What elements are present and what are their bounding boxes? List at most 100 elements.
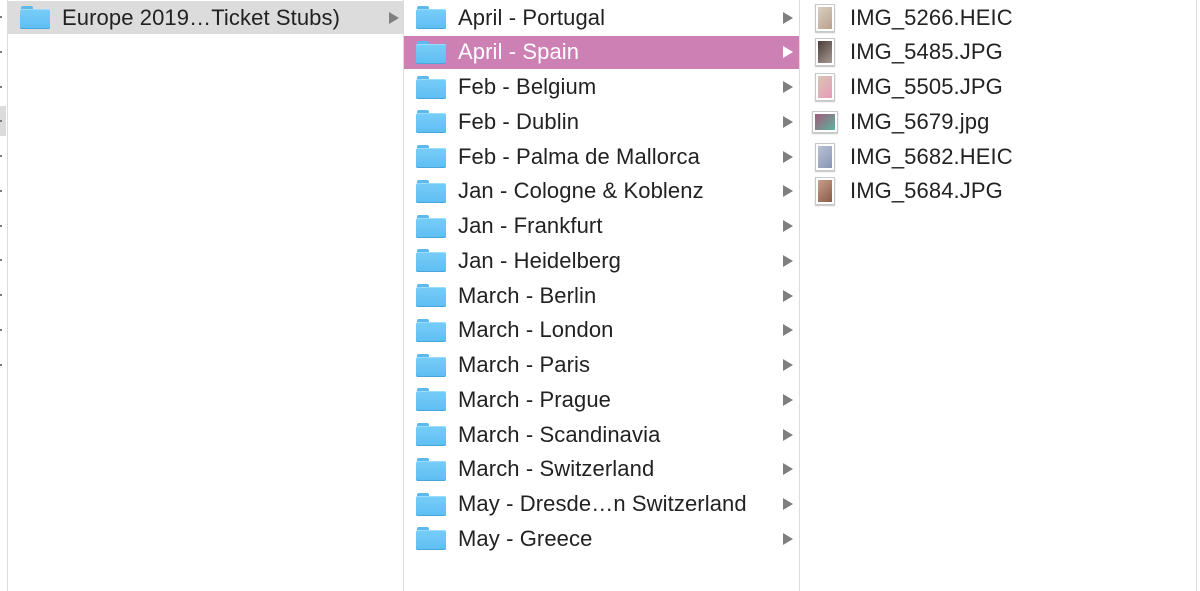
file-row[interactable]: IMG_5485.JPG <box>800 36 1195 69</box>
file-row[interactable]: IMG_5684.JPG <box>800 175 1195 208</box>
disclosure-arrow-icon[interactable] <box>783 185 793 198</box>
previous-column-row[interactable] <box>0 211 6 241</box>
column-europe-2019[interactable]: Europe 2019…Ticket Stubs) <box>8 0 403 591</box>
disclosure-arrow-icon <box>0 259 2 262</box>
folder-row[interactable]: Jan - Frankfurt <box>404 210 799 243</box>
file-row[interactable]: IMG_5682.HEIC <box>800 140 1195 173</box>
folder-icon <box>416 388 446 412</box>
column-april-spain-contents[interactable]: IMG_5266.HEIC IMG_5485.JPG IMG_5505.JPG IMG… <box>800 0 1195 591</box>
image-thumbnail-icon <box>815 177 835 206</box>
folder-name: Jan - Cologne & Koblenz <box>458 178 704 204</box>
disclosure-arrow-icon[interactable] <box>783 81 793 93</box>
disclosure-arrow-icon[interactable] <box>783 428 793 441</box>
disclosure-arrow-icon[interactable] <box>783 359 793 371</box>
folder-name: March - Switzerland <box>458 456 655 482</box>
disclosure-arrow-icon <box>0 16 2 18</box>
disclosure-arrow-icon[interactable] <box>783 324 793 337</box>
folder-row[interactable]: Feb - Palma de Mallorca <box>404 140 799 173</box>
disclosure-arrow-icon <box>0 50 2 53</box>
image-thumbnail-icon <box>815 142 835 171</box>
disclosure-arrow-icon[interactable] <box>783 289 793 302</box>
folder-row[interactable]: March - Scandinavia <box>404 418 799 451</box>
folder-icon <box>416 353 446 377</box>
previous-column-edge[interactable] <box>0 0 6 591</box>
disclosure-arrow-icon[interactable] <box>783 46 793 59</box>
disclosure-arrow-icon[interactable] <box>783 254 793 267</box>
file-row[interactable]: IMG_5679.jpg <box>800 105 1195 138</box>
disclosure-arrow-icon <box>0 224 2 227</box>
disclosure-arrow-icon[interactable] <box>783 150 793 163</box>
folder-row[interactable]: Feb - Dublin <box>404 105 799 138</box>
folder-name: Jan - Heidelberg <box>458 247 622 273</box>
folder-icon <box>416 75 446 99</box>
file-name: IMG_5682.HEIC <box>850 143 1013 169</box>
disclosure-arrow-icon <box>0 155 2 157</box>
folder-row[interactable]: March - Berlin <box>404 279 799 312</box>
folder-row[interactable]: March - Prague <box>404 383 799 416</box>
disclosure-arrow-icon[interactable] <box>783 532 793 545</box>
folder-icon <box>416 214 446 238</box>
folder-icon <box>416 492 446 516</box>
folder-row[interactable]: Jan - Heidelberg <box>404 244 799 277</box>
previous-column-row[interactable] <box>0 37 6 67</box>
image-thumbnail-icon <box>815 38 835 67</box>
previous-column-row[interactable] <box>0 72 6 102</box>
folder-icon <box>416 6 446 29</box>
folder-icon <box>416 249 446 273</box>
folder-name: April - Spain <box>458 39 580 65</box>
folder-row[interactable]: Jan - Cologne & Koblenz <box>404 175 799 208</box>
image-thumbnail-icon <box>815 73 835 101</box>
folder-row[interactable]: April - Portugal <box>404 1 799 34</box>
folder-icon <box>416 318 446 342</box>
folder-row[interactable]: March - Switzerland <box>404 453 799 486</box>
folder-icon <box>416 40 446 64</box>
folder-row[interactable]: May - Dresde…n Switzerland <box>404 488 799 521</box>
disclosure-arrow-icon <box>0 294 2 296</box>
disclosure-arrow-icon[interactable] <box>783 220 793 232</box>
finder-column-browser: Europe 2019…Ticket Stubs) April - Portug… <box>0 0 1200 591</box>
folder-name: March - Paris <box>458 352 591 377</box>
disclosure-arrow-icon <box>0 189 2 192</box>
disclosure-arrow-icon[interactable] <box>783 463 793 476</box>
folder-row[interactable]: March - Paris <box>404 349 799 382</box>
folder-name: Europe 2019…Ticket Stubs) <box>62 4 341 30</box>
folder-icon <box>416 179 446 203</box>
disclosure-arrow-icon <box>0 328 2 331</box>
previous-column-row[interactable] <box>0 350 6 380</box>
disclosure-arrow-icon[interactable] <box>783 115 793 128</box>
folder-row[interactable]: Feb - Belgium <box>404 71 799 104</box>
folder-icon <box>416 527 446 551</box>
column-divider[interactable] <box>1196 0 1197 591</box>
file-row[interactable]: IMG_5505.JPG <box>800 71 1195 104</box>
folder-icon <box>20 6 50 29</box>
previous-column-row[interactable] <box>0 106 6 137</box>
file-name: IMG_5266.HEIC <box>850 4 1013 30</box>
image-thumbnail-icon <box>815 3 835 32</box>
folder-name: March - Prague <box>458 386 612 412</box>
folder-name: Jan - Frankfurt <box>458 213 603 238</box>
file-name: IMG_5684.JPG <box>850 178 1003 204</box>
previous-column-row[interactable] <box>0 315 6 345</box>
folder-row[interactable]: May - Greece <box>404 522 799 555</box>
previous-column-row[interactable] <box>0 176 6 206</box>
disclosure-arrow-icon[interactable] <box>783 11 793 24</box>
disclosure-arrow-icon[interactable] <box>389 11 399 24</box>
disclosure-arrow-icon[interactable] <box>783 393 793 406</box>
previous-column-row[interactable] <box>0 245 6 275</box>
previous-column-row[interactable] <box>0 141 6 171</box>
folder-icon <box>416 423 446 446</box>
folder-row[interactable]: April - Spain <box>404 35 799 69</box>
disclosure-arrow-icon <box>0 363 2 366</box>
folder-row[interactable]: Europe 2019…Ticket Stubs) <box>8 1 403 34</box>
previous-column-row[interactable] <box>0 280 6 310</box>
disclosure-arrow-icon[interactable] <box>783 498 793 510</box>
disclosure-arrow-icon <box>0 120 2 123</box>
column-europe-2019-contents[interactable]: April - Portugal April - Spain Feb - Belgi… <box>404 0 799 591</box>
folder-row[interactable]: March - London <box>404 314 799 347</box>
file-name: IMG_5679.jpg <box>850 108 990 134</box>
file-name: IMG_5485.JPG <box>850 39 1003 65</box>
file-row[interactable]: IMG_5266.HEIC <box>800 1 1195 34</box>
file-name: IMG_5505.JPG <box>850 74 1003 99</box>
previous-column-row[interactable] <box>0 2 6 32</box>
folder-name: May - Dresde…n Switzerland <box>458 491 747 516</box>
